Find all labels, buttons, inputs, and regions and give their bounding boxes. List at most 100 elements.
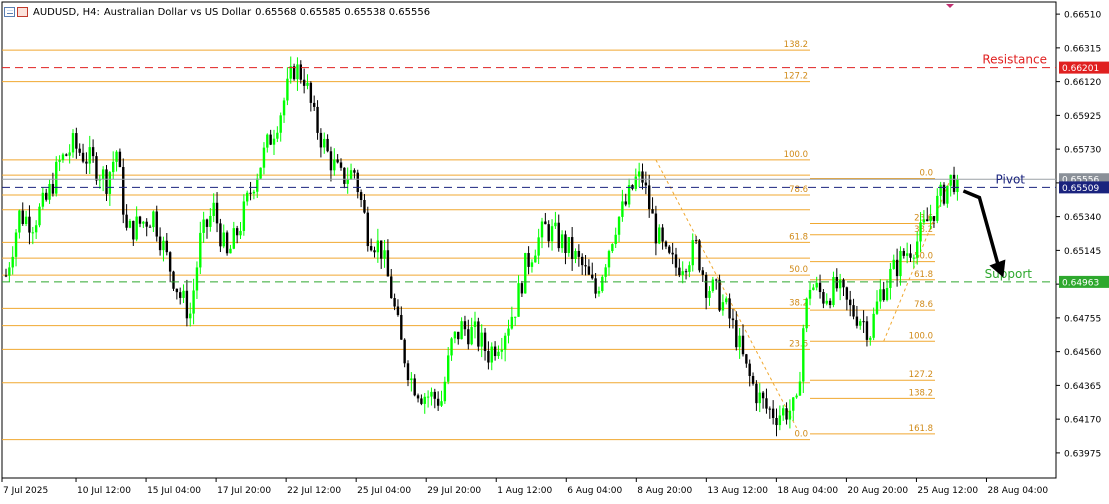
candle-body	[323, 138, 326, 148]
y-tick-label: 0.64755	[1064, 314, 1101, 324]
fib-level-label: 138.2	[909, 388, 933, 398]
candle-body	[952, 174, 956, 192]
candle-body	[932, 216, 936, 221]
candle-body	[343, 167, 346, 184]
candle-body	[447, 355, 450, 382]
candle-body	[78, 148, 81, 153]
candle-body	[537, 237, 540, 256]
candle-body	[71, 133, 75, 153]
candle-body	[31, 232, 34, 234]
candle-body	[339, 162, 343, 168]
candle-body	[336, 159, 339, 163]
candle-body	[413, 378, 416, 396]
candle-body	[849, 299, 852, 306]
candle-body	[828, 300, 832, 306]
fib-level-label: 100.0	[909, 331, 933, 341]
x-tick-label: 20 Aug 20:00	[847, 486, 908, 496]
fib-level-label: 138.2	[784, 40, 808, 50]
candle-body	[778, 415, 782, 426]
y-tick-label: 0.64560	[1064, 348, 1101, 358]
candle-body	[634, 176, 637, 189]
candle-body	[68, 152, 71, 156]
candle-body	[775, 417, 778, 426]
candle-body	[916, 241, 919, 258]
candle-body	[55, 161, 58, 194]
candle-body	[607, 251, 611, 268]
candle-body	[14, 232, 18, 257]
candle-body	[34, 225, 38, 233]
candle-body	[182, 290, 185, 298]
candle-body	[738, 335, 741, 348]
x-tick-label: 28 Aug 04:00	[987, 486, 1048, 496]
candle-body	[802, 328, 805, 382]
x-tick-label: 13 Aug 12:00	[707, 486, 768, 496]
candle-body	[289, 66, 292, 79]
candle-body	[493, 346, 497, 357]
candle-body	[514, 316, 517, 318]
candle-body	[661, 227, 664, 242]
chart-window-icon[interactable]	[4, 7, 15, 17]
candle-body	[768, 408, 771, 410]
candle-body	[554, 222, 557, 227]
candle-body	[403, 339, 406, 364]
candle-body	[416, 395, 420, 399]
candle-body	[463, 321, 467, 330]
candle-body	[704, 274, 708, 298]
candle-body	[436, 398, 440, 406]
fib-level-label: 161.8	[909, 424, 933, 434]
candle-body	[845, 287, 849, 300]
candle-body	[282, 100, 286, 116]
candle-body	[420, 398, 423, 404]
candle-body	[373, 250, 376, 253]
candle-body	[396, 306, 400, 315]
candle-body	[252, 191, 256, 194]
candle-body	[648, 185, 651, 210]
candle-body	[423, 396, 426, 404]
candle-body	[681, 271, 684, 276]
candle-body	[718, 279, 721, 311]
candle-body	[825, 300, 828, 304]
price-chart[interactable]: 138.2 127.2 100.0 0.0 23.6 38.2 50.0 61.8 78.6 0.…	[0, 0, 1109, 500]
candle-body	[601, 276, 604, 291]
candle-body	[246, 192, 249, 202]
candle-body	[152, 211, 155, 228]
level-resistance-label: Resistance	[982, 53, 1047, 67]
candle-body	[798, 381, 802, 396]
candle-body	[380, 240, 383, 259]
candle-body	[560, 234, 564, 249]
candle-body	[313, 102, 316, 107]
candle-body	[852, 305, 855, 317]
candle-body	[306, 82, 309, 86]
candle-body	[929, 216, 932, 222]
fib-level-label: 0.0	[794, 430, 808, 440]
fib-level-label: 100.0	[784, 150, 808, 160]
fib-level-label: 127.2	[784, 72, 808, 82]
candle-body	[279, 115, 282, 133]
chart-type-icon[interactable]	[17, 7, 28, 17]
candle-body	[269, 134, 272, 145]
candle-body	[832, 277, 835, 306]
candle-body	[386, 250, 390, 277]
candle-body	[550, 226, 554, 242]
y-tick-label: 0.64170	[1064, 416, 1101, 426]
candle-body	[644, 182, 648, 186]
candle-body	[855, 316, 859, 326]
candle-body	[353, 170, 356, 173]
candle-body	[939, 184, 942, 196]
chart-area[interactable]: 138.2 127.2 100.0 0.0 23.6 38.2 50.0 61.8 78.6 0.…	[0, 0, 1109, 500]
x-tick-label: 1 Aug 12:00	[497, 486, 552, 496]
candle-body	[460, 321, 463, 340]
y-tick-label: 0.66315	[1064, 44, 1101, 54]
candle-body	[112, 161, 115, 173]
candle-body	[158, 236, 162, 251]
fib-level-label: 0.0	[919, 169, 933, 179]
candle-body	[862, 321, 865, 323]
candle-body	[369, 246, 373, 251]
x-tick-label: 29 Jul 20:00	[427, 486, 481, 496]
candle-body	[292, 66, 296, 80]
candle-body	[701, 270, 704, 275]
y-tick-label: 0.65730	[1064, 146, 1101, 156]
y-tick-label: 0.66510	[1064, 11, 1101, 21]
level-resistance-tag-label: 0.66201	[1062, 64, 1099, 74]
candle-body	[319, 132, 323, 148]
